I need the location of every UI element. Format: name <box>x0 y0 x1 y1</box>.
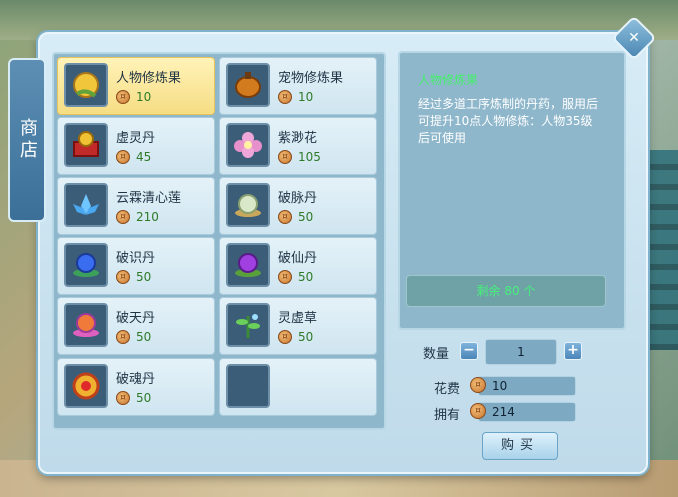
quantity-input[interactable]: 1 <box>485 339 557 365</box>
cost-label: 花费 <box>434 382 461 397</box>
blue-orb-icon <box>64 243 108 287</box>
coin-icon: ¤ <box>470 403 486 419</box>
item-slot[interactable]: 人物修炼果 ¤ 10 <box>57 57 215 115</box>
purple-orb-icon <box>226 243 270 287</box>
item-price: 50 <box>136 391 152 405</box>
cost-value: 10 <box>492 379 508 393</box>
remaining-count: 剩余 80 个 <box>476 284 536 298</box>
quantity-minus-button[interactable]: − <box>460 342 478 360</box>
coin-icon: ¤ <box>278 270 292 284</box>
pet-fruit-icon <box>226 63 270 107</box>
item-slot[interactable]: 灵虚草 ¤ 50 <box>219 297 377 355</box>
pearl-icon <box>226 183 270 227</box>
coin-icon: ¤ <box>278 90 292 104</box>
coin-icon: ¤ <box>278 210 292 224</box>
item-price: 50 <box>298 270 314 284</box>
rainbow-orb-icon <box>64 303 108 347</box>
item-price: 50 <box>136 330 152 344</box>
item-slot[interactable]: 破天丹 ¤ 50 <box>57 297 215 355</box>
item-name: 破识丹 <box>116 251 156 266</box>
item-price: 10 <box>298 90 314 104</box>
close-icon: ✕ <box>628 30 640 46</box>
lotus-icon <box>64 183 108 227</box>
coin-icon: ¤ <box>116 210 130 224</box>
herb-icon <box>226 303 270 347</box>
coin-icon: ¤ <box>116 150 130 164</box>
item-name: 人物修炼果 <box>116 71 182 86</box>
item-name: 灵虚草 <box>278 311 318 326</box>
shop-tab-label: 商店 <box>17 118 38 162</box>
purple-flower-icon <box>226 123 270 167</box>
item-price: 210 <box>136 210 159 224</box>
coin-icon: ¤ <box>278 150 292 164</box>
coin-icon: ¤ <box>116 330 130 344</box>
item-slot[interactable]: 紫渺花 ¤ 105 <box>219 117 377 175</box>
item-price: 50 <box>298 210 314 224</box>
item-slot[interactable]: 破脉丹 ¤ 50 <box>219 177 377 235</box>
owned-value: 214 <box>492 405 515 419</box>
detail-description: 经过多道工序炼制的丹药，服用后可提升10点人物修炼：人物35级后可使用 <box>418 97 599 145</box>
quantity-label: 数量 <box>423 347 450 362</box>
item-name: 宠物修炼果 <box>278 71 344 86</box>
shop-tab[interactable]: 商店 <box>8 58 46 222</box>
coin-icon: ¤ <box>470 377 486 393</box>
pill-box-icon <box>64 123 108 167</box>
item-price: 105 <box>298 150 321 164</box>
empty-slot-icon <box>226 364 270 408</box>
coin-icon: ¤ <box>116 270 130 284</box>
detail-title: 人物修炼果 <box>418 73 479 87</box>
item-price: 50 <box>298 330 314 344</box>
item-price: 45 <box>136 150 152 164</box>
item-price: 50 <box>136 270 152 284</box>
item-slot[interactable]: 宠物修炼果 ¤ 10 <box>219 57 377 115</box>
item-name: 云霖清心莲 <box>116 191 182 206</box>
item-slot[interactable]: 云霖清心莲 ¤ 210 <box>57 177 215 235</box>
item-slot[interactable]: 破仙丹 ¤ 50 <box>219 237 377 295</box>
item-name: 破仙丹 <box>278 251 318 266</box>
item-name: 虚灵丹 <box>116 131 156 146</box>
item-slot-empty[interactable] <box>219 358 377 416</box>
item-slot[interactable]: 破魂丹 ¤ 50 <box>57 358 215 416</box>
quantity-plus-button[interactable]: + <box>564 342 582 360</box>
cultivation-fruit-icon <box>64 63 108 107</box>
item-price: 10 <box>136 90 152 104</box>
item-slot[interactable]: 破识丹 ¤ 50 <box>57 237 215 295</box>
item-name: 破脉丹 <box>278 191 318 206</box>
coin-icon: ¤ <box>278 330 292 344</box>
item-slot[interactable]: 虚灵丹 ¤ 45 <box>57 117 215 175</box>
coin-icon: ¤ <box>116 391 130 405</box>
item-name: 破天丹 <box>116 311 156 326</box>
soul-orb-icon <box>64 364 108 408</box>
owned-label: 拥有 <box>434 408 461 423</box>
item-name: 破魂丹 <box>116 372 156 387</box>
buy-button[interactable]: 购买 <box>482 432 558 460</box>
coin-icon: ¤ <box>116 90 130 104</box>
item-name: 紫渺花 <box>278 131 318 146</box>
